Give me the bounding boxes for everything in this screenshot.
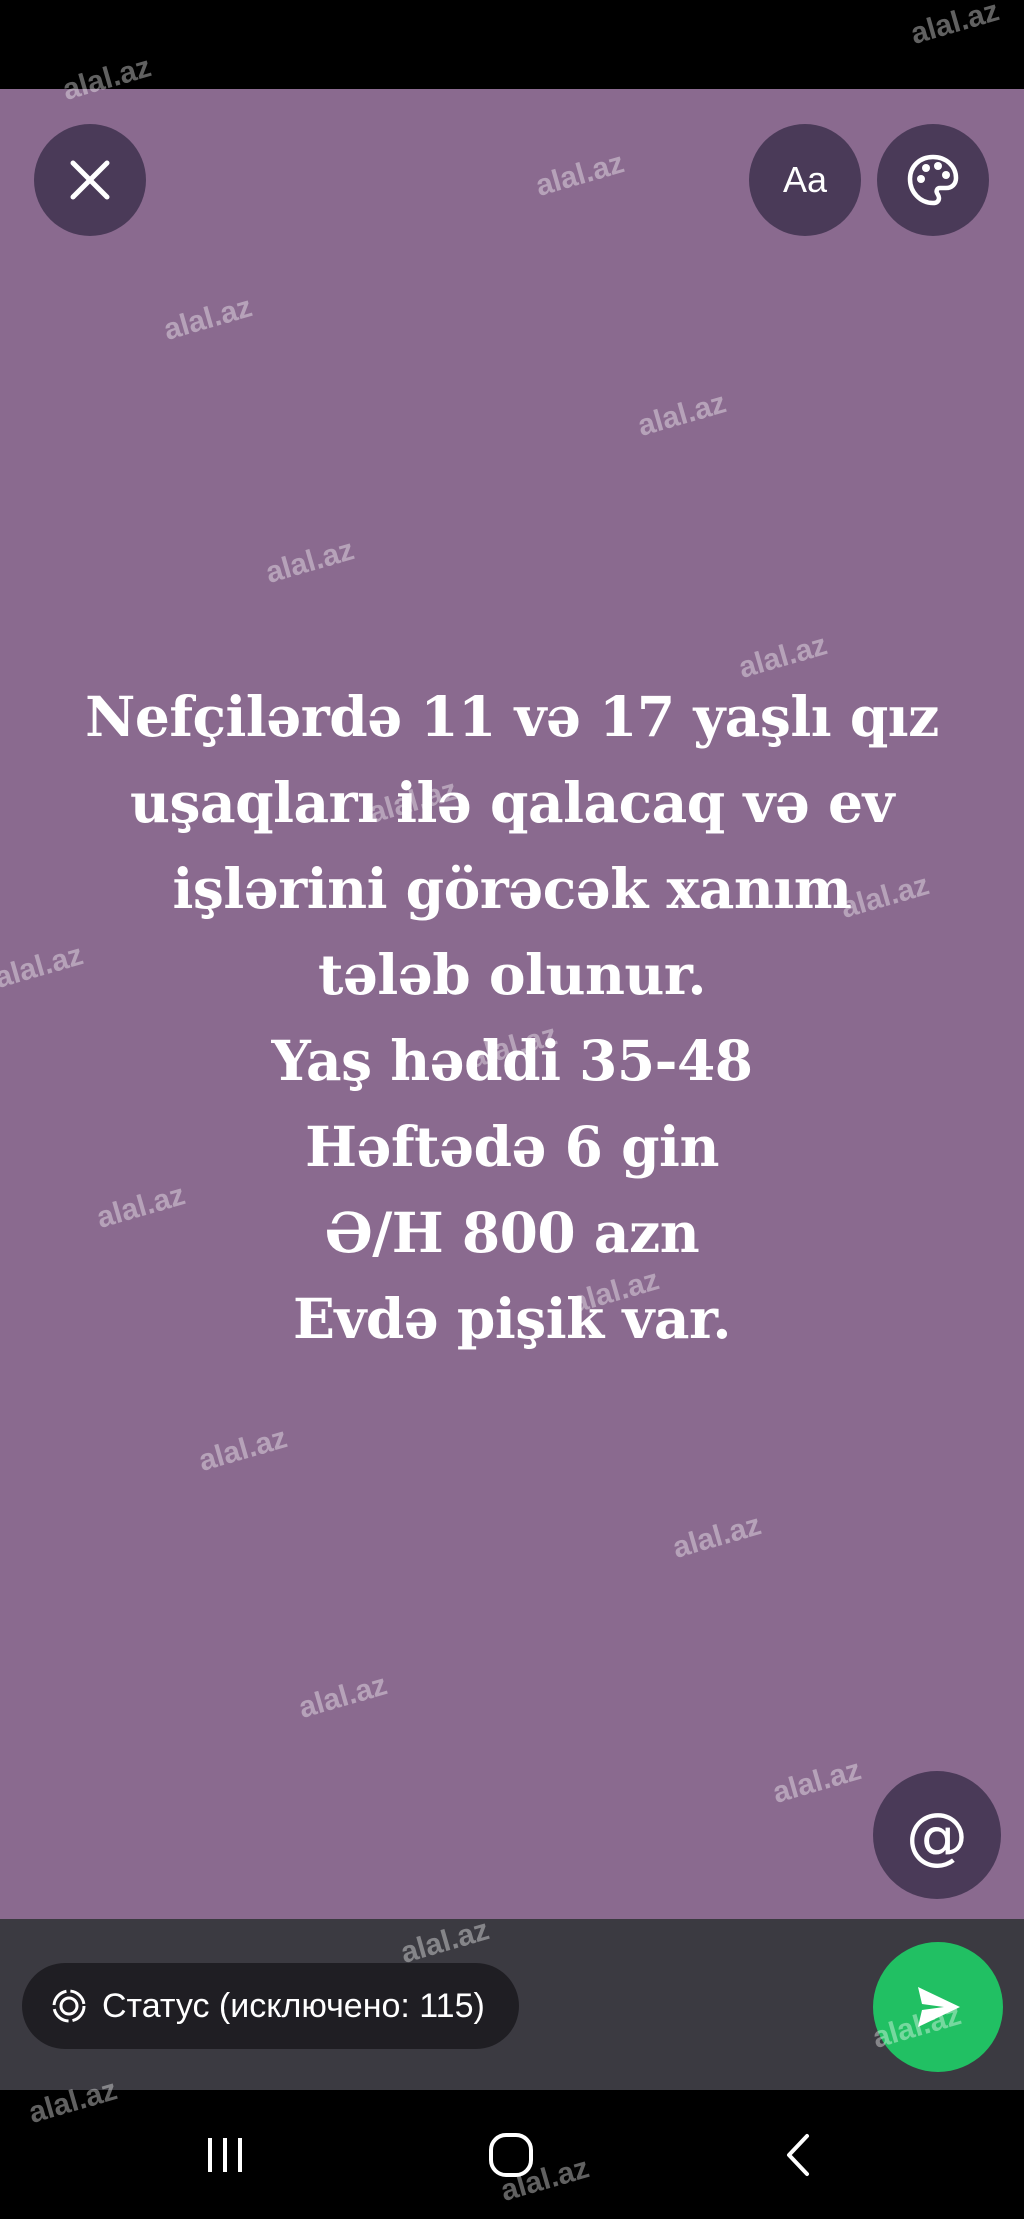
send-icon xyxy=(918,1987,960,2027)
back-icon xyxy=(787,2134,809,2176)
background-color-button[interactable] xyxy=(877,124,989,236)
home-button[interactable] xyxy=(476,2120,546,2190)
send-button[interactable] xyxy=(873,1942,1003,2072)
status-ring-icon xyxy=(52,1989,86,2023)
status-text-line: uşaqları ilə qalacaq və ev xyxy=(130,770,894,835)
recent-apps-icon xyxy=(208,2138,242,2172)
system-status-bar xyxy=(0,0,1024,89)
audience-selector[interactable]: Статус (исключено: 115) xyxy=(22,1963,519,2049)
home-icon xyxy=(489,2133,533,2177)
audience-label: Статус (исключено: 115) xyxy=(102,1986,485,2025)
close-icon xyxy=(70,160,110,200)
status-text-line: tələb olunur. xyxy=(317,942,707,1007)
status-text-line: Nefçilərdə 11 və 17 yaşlı qız xyxy=(85,684,939,749)
font-style-button[interactable]: Aa xyxy=(749,124,861,236)
status-text-line: işlərini görəcək xanım xyxy=(172,856,853,921)
status-text-line: Yaş həddi 35-48 xyxy=(271,1028,753,1093)
font-style-label: Aa xyxy=(782,159,828,200)
status-text-line: Ə/H 800 azn xyxy=(324,1200,700,1265)
mention-button[interactable]: @ xyxy=(873,1771,1001,1899)
recent-apps-button[interactable] xyxy=(190,2120,260,2190)
mention-icon: @ xyxy=(906,1798,968,1872)
back-button[interactable] xyxy=(764,2120,834,2190)
status-text-line: Evdə pişik var. xyxy=(292,1286,732,1351)
status-text-line: Həftədə 6 gin xyxy=(305,1114,719,1179)
compose-bar: Статус (исключено: 115) xyxy=(0,1919,1024,2090)
status-canvas: Aa Nefçilərdə 11 və 17 yaşlı qız uşaqlar… xyxy=(0,89,1024,1919)
navigation-bar xyxy=(0,2090,1024,2219)
palette-icon xyxy=(907,154,959,206)
status-text[interactable]: Nefçilərdə 11 və 17 yaşlı qız uşaqları i… xyxy=(40,674,984,1362)
close-button[interactable] xyxy=(34,124,146,236)
